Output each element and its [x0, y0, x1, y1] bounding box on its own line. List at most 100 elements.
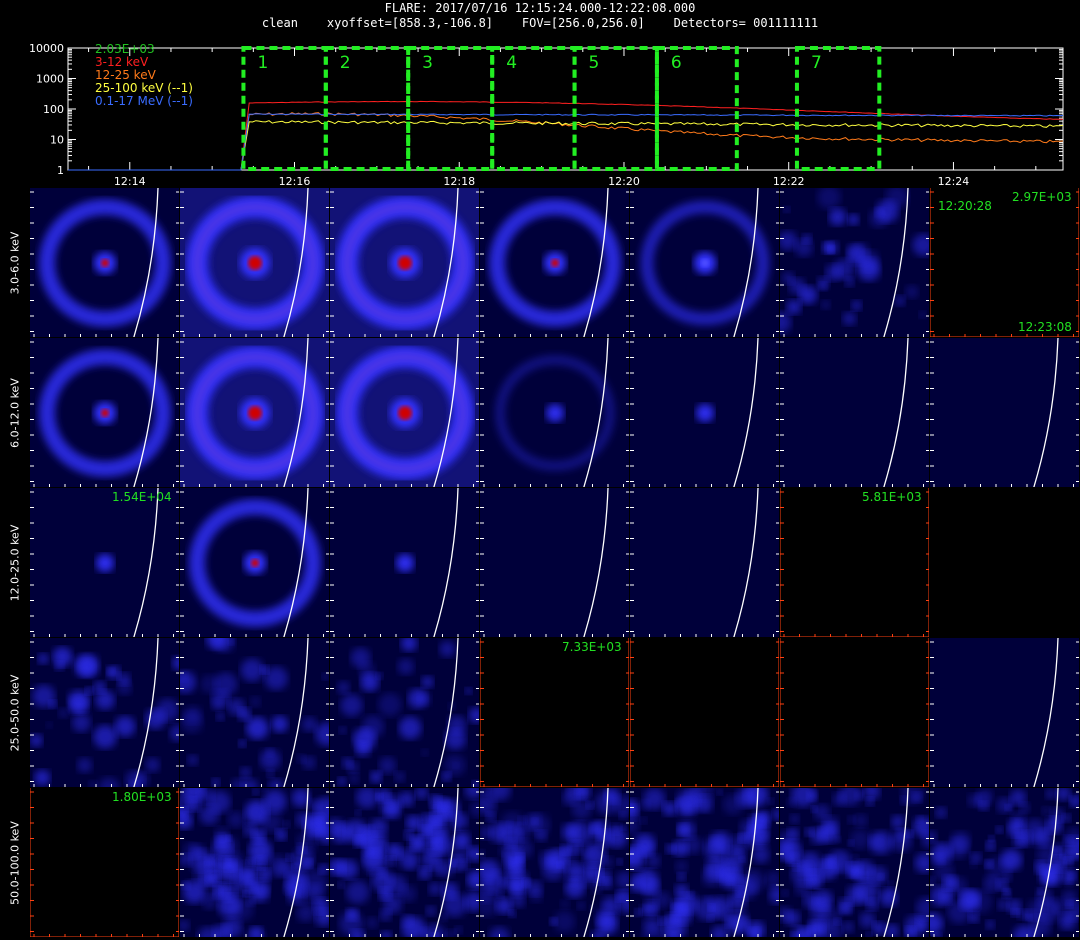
noise-blob: [887, 888, 896, 896]
x-tick-label: 12:14: [114, 175, 146, 188]
noise-blob: [354, 810, 362, 817]
curve-3-12-kev: [68, 100, 1064, 171]
noise-blob: [347, 761, 359, 774]
noise-blob: [822, 241, 834, 254]
noise-blob: [918, 311, 927, 319]
noise-blob: [252, 788, 259, 795]
interval-number: 6: [671, 53, 682, 73]
noise-blob: [620, 824, 627, 831]
solar-limb: [133, 488, 159, 637]
noise-blob: [314, 817, 325, 827]
noise-blob: [930, 830, 937, 843]
row-label-12-25-kev: 12.0-25.0 keV: [8, 524, 22, 602]
noise-blob: [643, 788, 666, 810]
noise-blob: [553, 911, 576, 933]
noise-blob: [511, 878, 523, 891]
noise-blob: [58, 707, 69, 719]
noise-blob: [825, 264, 843, 282]
noise-blob: [403, 830, 414, 840]
row-label-25-50-kev: 25.0-50.0 keV: [8, 674, 22, 752]
noise-blob: [227, 811, 244, 828]
noise-blob: [250, 883, 270, 903]
noise-blob: [662, 801, 677, 816]
noise-blob: [363, 832, 387, 857]
noise-blob: [872, 921, 886, 935]
time-interval-box: [794, 46, 882, 171]
noise-blob: [995, 826, 1004, 834]
solar-limb: [883, 788, 909, 937]
panel-annotation: 7.33E+03: [562, 640, 622, 654]
x-tick-label: 12:24: [938, 175, 970, 188]
row-label-6-12-kev: 6.0-12.0 keV: [8, 378, 22, 448]
noise-blob: [1064, 878, 1074, 888]
panel-canvas: [330, 488, 479, 637]
noise-blob: [30, 733, 43, 747]
noise-blob: [694, 897, 719, 921]
noise-blob: [947, 837, 969, 859]
noise-blob: [970, 852, 982, 864]
image-panel-r0-c3: [480, 188, 629, 337]
noise-blob: [338, 859, 358, 879]
panel-canvas: [480, 188, 629, 337]
noise-blob: [394, 771, 406, 783]
panel-canvas: [930, 488, 1079, 637]
noise-blob: [199, 869, 216, 886]
noise-blob: [522, 878, 532, 888]
curve-0-1-17-mev: [68, 113, 1064, 171]
noise-blob: [935, 806, 947, 819]
legend-entry: 2.03E+03: [95, 42, 155, 56]
x-tick-label: 12:18: [443, 175, 475, 188]
noise-blob: [318, 863, 329, 875]
panel-canvas: [180, 338, 329, 487]
noise-blob: [569, 878, 578, 887]
noise-blob: [301, 716, 317, 732]
noise-blob: [780, 231, 798, 251]
interval-number: 2: [340, 53, 351, 73]
noise-blob: [238, 739, 247, 748]
noise-blob: [786, 299, 802, 315]
panel-canvas: [630, 338, 779, 487]
image-panel-r4-c5: [780, 788, 929, 937]
noise-blob: [208, 790, 231, 814]
panel-canvas: [480, 488, 629, 637]
noise-blob: [266, 854, 290, 878]
legend-entry: 12-25 keV: [95, 68, 157, 82]
panel-canvas: [630, 788, 779, 937]
y-tick-label: 1000: [36, 73, 64, 86]
image-panel-r1-c0: [30, 338, 179, 487]
noise-blob: [378, 756, 396, 775]
noise-blob: [781, 271, 795, 285]
noise-blob: [243, 823, 257, 837]
noise-blob: [571, 799, 592, 820]
image-panel-r3-c4: [630, 638, 779, 787]
solar-limb: [583, 488, 609, 637]
noise-blob: [1041, 806, 1051, 816]
source-core: [248, 256, 262, 270]
noise-blob: [465, 687, 473, 695]
noise-blob: [419, 825, 432, 838]
image-panel-r4-c3: [480, 788, 629, 937]
noise-blob: [568, 840, 583, 855]
interval-number: 3: [422, 53, 433, 73]
legend-entry: 25-100 keV (--1): [95, 81, 193, 95]
noise-blob: [801, 233, 812, 244]
noise-blob: [847, 839, 854, 847]
panel-canvas: [30, 788, 179, 937]
noise-blob: [859, 912, 876, 928]
source-core: [101, 409, 109, 417]
noise-blob: [376, 788, 391, 803]
image-panel-r2-c2: [330, 488, 479, 637]
image-panel-r4-c6: [930, 788, 1079, 937]
interval-number: 1: [257, 53, 268, 73]
noise-blob: [616, 858, 623, 865]
noise-blob: [736, 788, 757, 808]
image-panel-r1-c5: [780, 338, 929, 487]
noise-blob: [817, 188, 841, 209]
noise-blob: [1023, 909, 1036, 922]
noise-blob: [240, 658, 264, 682]
noise-blob: [677, 823, 690, 836]
panel-canvas: [180, 188, 329, 337]
panel-canvas: [180, 488, 329, 637]
noise-blob: [524, 813, 542, 831]
noise-blob: [942, 875, 958, 891]
